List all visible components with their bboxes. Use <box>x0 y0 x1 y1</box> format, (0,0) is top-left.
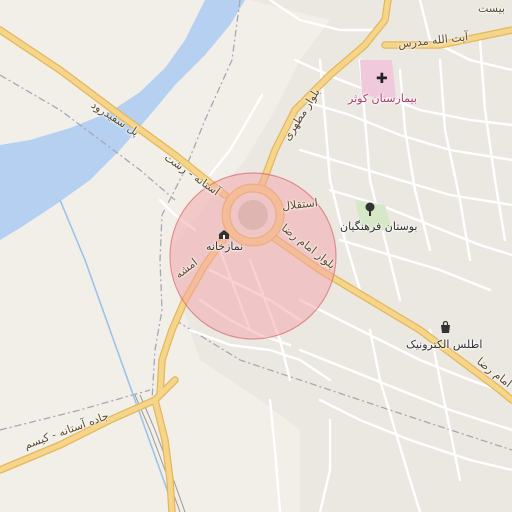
label-poi-hospital[interactable]: بیمارستان کوثر <box>348 92 417 105</box>
shopping-bag-icon[interactable] <box>440 321 451 333</box>
hospital-icon[interactable]: ✚ <box>376 72 388 86</box>
label-poi-park[interactable]: بوستان فرهنگیان <box>340 220 417 233</box>
label-poi-electronics[interactable]: اطلس الکترونیک <box>406 338 482 351</box>
prayer-room-icon[interactable] <box>218 229 230 239</box>
tree-icon[interactable] <box>364 202 376 216</box>
label-road-top-right: بیست <box>478 2 505 15</box>
label-poi-prayer[interactable]: نمازخانه <box>206 240 243 253</box>
map-canvas[interactable]: بیست آیت الله مدرس بلوار مطهری پل سفیدرو… <box>0 0 512 512</box>
map-layer <box>0 0 512 512</box>
